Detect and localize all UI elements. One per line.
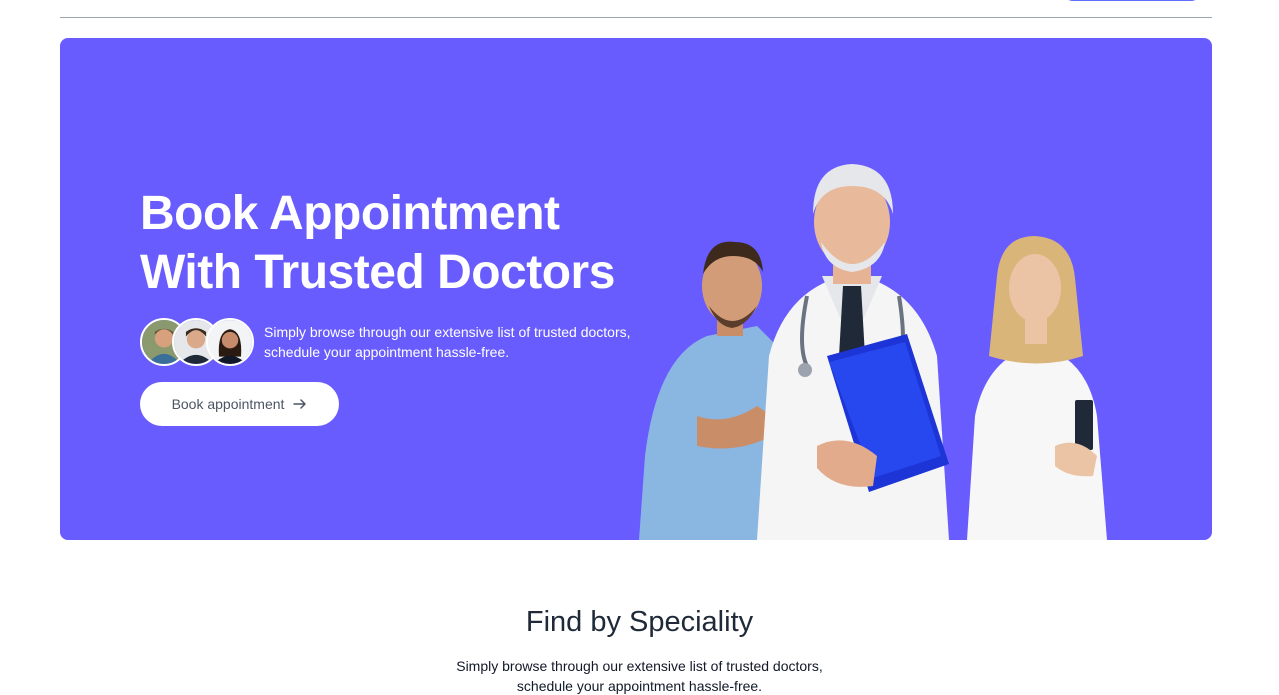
hero-title-line1: Book Appointment xyxy=(140,187,560,240)
header-divider xyxy=(60,17,1212,18)
speciality-section-title: Find by Speciality xyxy=(525,606,754,638)
doctor-center-figure xyxy=(757,164,949,540)
hero-title: Book Appointment With Trusted Doctors xyxy=(140,184,660,302)
arrow-right-icon xyxy=(293,399,307,409)
doctor-right-figure xyxy=(967,236,1107,540)
hero-description-line2: schedule your appointment hassle-free. xyxy=(264,344,510,360)
book-appointment-label: Book appointment xyxy=(171,396,285,412)
hero-description-line1: Simply browse through our extensive list… xyxy=(264,324,631,340)
speciality-description-line2: schedule your appointment hassle-free. xyxy=(516,678,763,694)
hero-description: Simply browse through our extensive list… xyxy=(264,322,664,362)
speciality-section-description: Simply browse through our extensive list… xyxy=(0,656,1279,695)
book-appointment-button[interactable]: Book appointment xyxy=(140,382,339,426)
avatar xyxy=(206,318,254,366)
speciality-description-line1: Simply browse through our extensive list… xyxy=(456,658,823,674)
doctor-avatars-group xyxy=(140,318,254,366)
hero-title-line2: With Trusted Doctors xyxy=(140,246,615,299)
hero-banner: Book Appointment With Trusted Doctors Si… xyxy=(60,38,1212,540)
doctors-group-image xyxy=(639,164,1107,540)
create-account-button[interactable] xyxy=(1063,0,1201,1)
